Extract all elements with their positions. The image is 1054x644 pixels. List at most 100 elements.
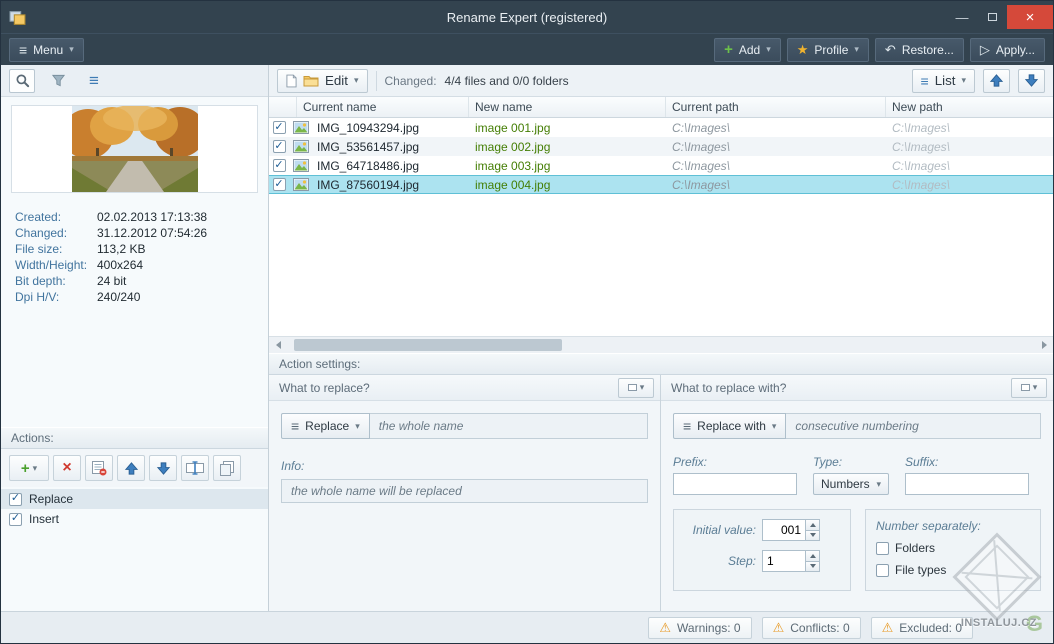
replace-with-dropdown-label: Replace with xyxy=(697,419,766,433)
detail-value: 400x264 xyxy=(97,257,143,273)
column-header-current-path[interactable]: Current path xyxy=(666,97,886,117)
scroll-right-button[interactable] xyxy=(1036,337,1053,353)
panel-options-button[interactable]: ▾ xyxy=(1011,378,1047,398)
table-row[interactable]: IMG_10943294.jpg image 001.jpg C:\Images… xyxy=(269,118,1053,137)
remove-action-button[interactable]: × xyxy=(53,455,81,481)
spin-down-button[interactable] xyxy=(806,531,820,542)
conflicts-button[interactable]: ⚠ Conflicts: 0 xyxy=(762,617,861,639)
conflicts-label: Conflicts: 0 xyxy=(790,621,849,635)
action-list-item[interactable]: Replace xyxy=(1,489,268,509)
replace-dropdown-button[interactable]: ≡ Replace ▾ xyxy=(281,413,370,439)
table-row[interactable]: IMG_53561457.jpg image 002.jpg C:\Images… xyxy=(269,137,1053,156)
info-label: Info: xyxy=(281,459,648,473)
chevron-down-icon: ▾ xyxy=(355,422,360,431)
close-button[interactable]: × xyxy=(1007,5,1053,29)
detail-label: Created: xyxy=(15,209,97,225)
apply-button[interactable]: ▷ Apply... xyxy=(970,38,1045,62)
search-button[interactable] xyxy=(9,69,35,93)
restore-label: Restore... xyxy=(902,43,954,57)
folders-checkbox-row[interactable]: Folders xyxy=(876,541,1030,555)
hamburger-icon: ≡ xyxy=(291,419,299,433)
checkbox[interactable] xyxy=(876,564,889,577)
statusbar: ⚠ Warnings: 0 ⚠ Conflicts: 0 ⚠ Excluded:… xyxy=(1,611,1053,643)
checkbox[interactable] xyxy=(876,542,889,555)
file-details: Created: 02.02.2013 17:13:38 Changed: 31… xyxy=(1,201,268,305)
add-button[interactable]: + Add ▾ xyxy=(714,38,781,62)
spinner-buttons[interactable] xyxy=(806,519,820,541)
warnings-button[interactable]: ⚠ Warnings: 0 xyxy=(648,617,751,639)
step-stepper[interactable] xyxy=(762,550,820,572)
checkbox[interactable] xyxy=(273,140,286,153)
current-name-cell: IMG_64718486.jpg xyxy=(313,159,469,173)
scrollbar-thumb[interactable] xyxy=(294,339,562,351)
undo-icon: ↶ xyxy=(885,43,896,56)
panel-options-button[interactable]: ▾ xyxy=(618,378,654,398)
move-file-down-button[interactable] xyxy=(1018,69,1045,93)
replace-with-dropdown-button[interactable]: ≡ Replace with ▾ xyxy=(673,413,786,439)
checkbox[interactable] xyxy=(9,513,22,526)
list-icon: ≡ xyxy=(921,74,929,88)
filter-button[interactable] xyxy=(45,69,71,93)
current-path-cell: C:\Images\ xyxy=(666,159,886,173)
move-file-up-button[interactable] xyxy=(983,69,1010,93)
image-file-icon xyxy=(293,140,309,153)
detail-value: 113,2 KB xyxy=(97,241,145,257)
move-action-down-button[interactable] xyxy=(149,455,177,481)
new-path-cell: C:\Images\ xyxy=(886,140,1053,154)
checkbox[interactable] xyxy=(273,121,286,134)
initial-value-stepper[interactable] xyxy=(762,519,820,541)
restore-button[interactable]: ↶ Restore... xyxy=(875,38,964,62)
add-action-button[interactable]: + ▾ xyxy=(9,455,49,481)
prefix-input[interactable] xyxy=(673,473,797,495)
spin-up-button[interactable] xyxy=(806,550,820,562)
action-list-item[interactable]: Insert xyxy=(1,509,268,529)
column-header-current-name[interactable]: Current name xyxy=(297,97,469,117)
spin-up-button[interactable] xyxy=(806,519,820,531)
checkbox[interactable] xyxy=(273,178,286,191)
current-name-cell: IMG_87560194.jpg xyxy=(313,178,469,192)
numbering-groups: Initial value: xyxy=(673,509,1041,591)
warning-icon: ⚠ xyxy=(882,621,894,634)
app-icon xyxy=(9,9,26,26)
rename-action-button[interactable] xyxy=(181,455,209,481)
current-name-cell: IMG_10943294.jpg xyxy=(313,121,469,135)
view-mode-button[interactable]: ≡ List ▾ xyxy=(912,69,975,93)
step-input[interactable] xyxy=(762,550,806,572)
excluded-label: Excluded: 0 xyxy=(899,621,962,635)
replace-with-value-field[interactable]: consecutive numbering xyxy=(786,413,1041,439)
excluded-button[interactable]: ⚠ Excluded: 0 xyxy=(871,617,973,639)
remove-all-actions-button[interactable] xyxy=(85,455,113,481)
copy-icon xyxy=(220,461,234,476)
new-path-cell: C:\Images\ xyxy=(886,121,1053,135)
minimize-button[interactable]: — xyxy=(947,5,977,29)
column-header-new-name[interactable]: New name xyxy=(469,97,666,117)
type-dropdown[interactable]: Numbers ▾ xyxy=(813,473,889,495)
move-action-up-button[interactable] xyxy=(117,455,145,481)
spinner-buttons[interactable] xyxy=(806,550,820,572)
checkbox[interactable] xyxy=(273,159,286,172)
panel-header: What to replace? ▾ xyxy=(269,375,660,401)
suffix-input[interactable] xyxy=(905,473,1029,495)
edit-button[interactable]: Edit ▾ xyxy=(277,69,368,93)
checkbox[interactable] xyxy=(9,493,22,506)
column-header-new-path[interactable]: New path xyxy=(886,97,1053,117)
maximize-button[interactable] xyxy=(977,5,1007,29)
horizontal-scrollbar[interactable] xyxy=(269,336,1053,353)
scroll-left-button[interactable] xyxy=(269,337,286,353)
apply-label: Apply... xyxy=(996,43,1035,57)
right-panel: Edit ▾ Changed: 4/4 files and 0/0 folder… xyxy=(269,65,1053,611)
table-row[interactable]: IMG_87560194.jpg image 004.jpg C:\Images… xyxy=(269,175,1053,194)
initial-value-input[interactable] xyxy=(762,519,806,541)
replace-value-field[interactable]: the whole name xyxy=(370,413,648,439)
profile-button[interactable]: ★ Profile ▾ xyxy=(787,38,869,62)
table-row[interactable]: IMG_64718486.jpg image 003.jpg C:\Images… xyxy=(269,156,1053,175)
page-icon xyxy=(286,74,297,88)
spin-down-button[interactable] xyxy=(806,562,820,573)
file-types-checkbox-row[interactable]: File types xyxy=(876,563,1030,577)
view-options-button[interactable]: ≡ xyxy=(81,69,107,93)
rename-icon xyxy=(186,461,204,475)
menu-button[interactable]: ≡ Menu ▾ xyxy=(9,38,84,62)
duplicate-action-button[interactable] xyxy=(213,455,241,481)
new-path-cell: C:\Images\ xyxy=(886,178,1053,192)
new-name-cell: image 001.jpg xyxy=(469,121,666,135)
